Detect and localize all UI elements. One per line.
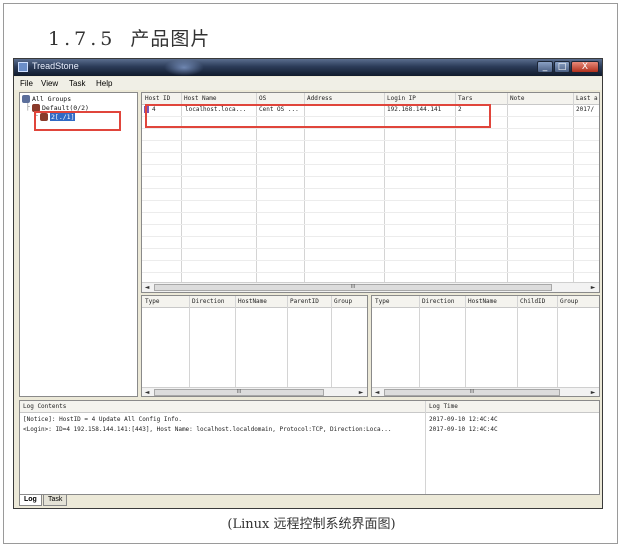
close-button[interactable]: X [571, 61, 599, 73]
scroll-right-icon[interactable]: ► [588, 388, 598, 396]
highlight-box-row [145, 104, 491, 128]
menu-view[interactable]: View [41, 79, 58, 88]
col-host-name[interactable]: Host Name [184, 95, 217, 102]
col-address[interactable]: Address [307, 95, 332, 102]
app-icon [18, 62, 28, 72]
group-tree: All Groups ├ Default(0/2) └ 2[./1] [19, 92, 138, 397]
col-host-id[interactable]: Host ID [145, 95, 170, 102]
title-bar[interactable]: TreadStone _ □ X [14, 59, 602, 76]
parent-task-hscrollbar[interactable]: ◄ III ► [142, 387, 367, 396]
col-group[interactable]: Group [560, 298, 578, 305]
child-task-table: Type Direction HostName ChildID Group ◄ … [371, 295, 600, 397]
col-direction[interactable]: Direction [422, 298, 455, 305]
col-log-time[interactable]: Log Time [429, 403, 458, 410]
col-type[interactable]: Type [145, 298, 159, 305]
col-parent-id[interactable]: ParentID [290, 298, 319, 305]
col-hostname[interactable]: HostName [238, 298, 267, 305]
scroll-thumb[interactable]: III [154, 284, 552, 291]
tree-root[interactable]: All Groups [32, 95, 71, 103]
menu-bar: File View Task Help [14, 77, 602, 90]
col-note[interactable]: Note [510, 95, 524, 102]
menu-task[interactable]: Task [69, 79, 85, 88]
col-group[interactable]: Group [334, 298, 352, 305]
parent-task-table: Type Direction HostName ParentID Group ◄… [141, 295, 368, 397]
child-task-hscrollbar[interactable]: ◄ III ► [372, 387, 599, 396]
section-number: 1.7.5 [48, 28, 117, 50]
col-os[interactable]: OS [259, 95, 266, 102]
scroll-left-icon[interactable]: ◄ [142, 283, 152, 292]
tab-task[interactable]: Task [43, 495, 68, 506]
menu-help[interactable]: Help [96, 79, 112, 88]
log-time-2: 2017-09-10 12:4C:4C [429, 426, 498, 433]
scroll-left-icon[interactable]: ◄ [372, 388, 382, 396]
col-type[interactable]: Type [375, 298, 389, 305]
col-hostname[interactable]: HostName [468, 298, 497, 305]
window-title: TreadStone [32, 61, 79, 71]
app-window: TreadStone _ □ X File View Task Help All… [13, 58, 603, 509]
host-table-hscrollbar[interactable]: ◄ III ► [142, 282, 599, 292]
log-line-1: [Notice]: HostID = 4 Update All Config I… [23, 416, 182, 423]
minimize-button[interactable]: _ [537, 61, 553, 73]
col-child-id[interactable]: ChildID [520, 298, 545, 305]
col-tars[interactable]: Tars [458, 95, 472, 102]
section-heading: 1.7.5 产品图片 [48, 24, 210, 51]
scroll-thumb[interactable]: III [154, 389, 324, 396]
log-line-2: <Login>: ID=4 192.158.144.141:[443], Hos… [23, 426, 392, 433]
network-icon [22, 95, 30, 103]
figure-caption: (Linux 远程控制系统界面图) [227, 517, 396, 532]
col-last[interactable]: Last a [576, 95, 598, 102]
col-login-ip[interactable]: Login IP [387, 95, 416, 102]
scroll-right-icon[interactable]: ► [588, 283, 598, 292]
col-log-contents[interactable]: Log Contents [23, 403, 66, 410]
log-time-1: 2017-09-10 12:4C:4C [429, 416, 498, 423]
highlight-box-tree [34, 111, 121, 131]
scroll-thumb[interactable]: III [384, 389, 560, 396]
maximize-button[interactable]: □ [554, 61, 570, 73]
col-direction[interactable]: Direction [192, 298, 225, 305]
scroll-right-icon[interactable]: ► [356, 388, 366, 396]
scroll-left-icon[interactable]: ◄ [142, 388, 152, 396]
title-glow [164, 59, 204, 76]
log-panel: Log Contents Log Time [Notice]: HostID =… [19, 400, 600, 495]
menu-file[interactable]: File [20, 79, 33, 88]
tab-log[interactable]: Log [19, 495, 42, 506]
section-title: 产品图片 [130, 28, 211, 50]
